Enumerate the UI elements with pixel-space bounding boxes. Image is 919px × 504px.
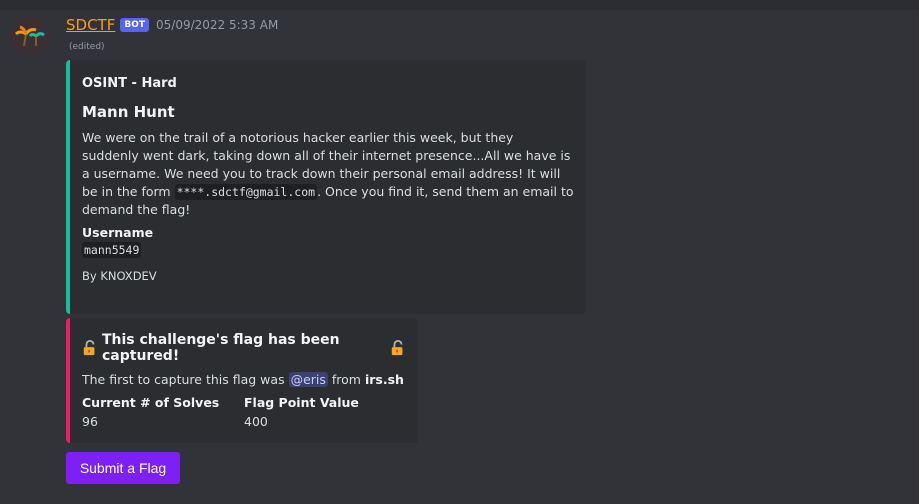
points-field: Flag Point Value 400 <box>244 395 406 429</box>
solves-label: Current # of Solves <box>82 395 220 410</box>
challenge-description: We were on the trail of a notorious hack… <box>82 130 574 217</box>
palm-tree-icon <box>14 25 45 47</box>
solves-field: Current # of Solves 96 <box>82 395 244 429</box>
first-capture-text: The first to capture this flag was @eris… <box>82 372 404 387</box>
message-header: SDCTF BOT 05/09/2022 5:33 AM <box>66 15 278 35</box>
submit-flag-button[interactable]: Submit a Flag <box>66 452 180 484</box>
email-format-code: ****.sdctf@gmail.com <box>174 184 318 200</box>
user-mention[interactable]: @eris <box>288 372 328 387</box>
points-label: Flag Point Value <box>244 395 359 410</box>
flag-captured-embed: This challenge's flag has been captured!… <box>66 318 418 443</box>
edited-indicator: (edited) <box>69 42 105 52</box>
team-name: irs.sh <box>364 372 404 387</box>
challenge-category: OSINT - Hard <box>82 76 177 91</box>
embed-footer: By KNOXDEV <box>82 269 157 283</box>
username-field-value: mann5549 <box>82 242 142 258</box>
unlocked-padlock-icon <box>83 340 95 356</box>
flag-stats-fields: Current # of Solves 96 Flag Point Value … <box>82 395 406 429</box>
challenge-embed: OSINT - Hard Mann Hunt We were on the tr… <box>66 60 586 314</box>
bot-badge: BOT <box>120 18 149 32</box>
challenge-title: Mann Hunt <box>82 103 175 121</box>
previous-message-strip <box>0 0 919 10</box>
solves-value: 96 <box>82 414 98 429</box>
author-name[interactable]: SDCTF <box>66 16 115 34</box>
avatar[interactable] <box>10 16 50 56</box>
flag-captured-title: This challenge's flag has been captured! <box>82 332 406 364</box>
points-value: 400 <box>244 414 268 429</box>
username-field-label: Username <box>82 225 154 240</box>
unlocked-padlock-icon <box>391 340 403 356</box>
message-timestamp[interactable]: 05/09/2022 5:33 AM <box>156 18 278 32</box>
